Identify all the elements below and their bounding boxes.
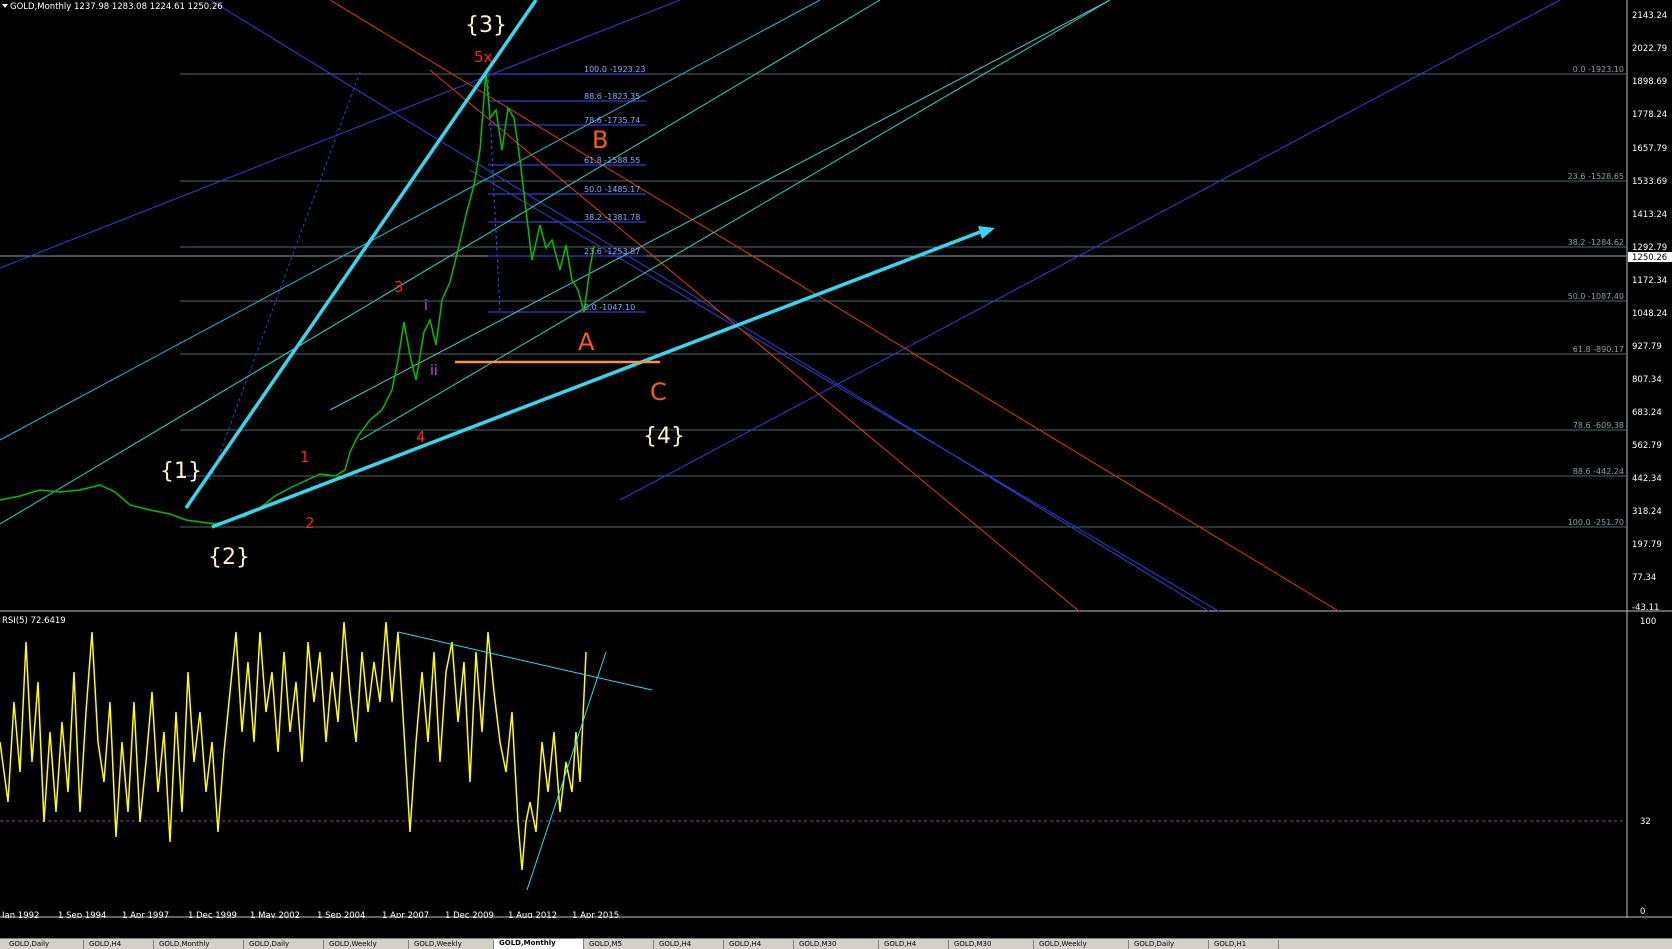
price-chart[interactable]: 100.0 -1923.23 88.6 -1823.35 78.6 -1735.74… [0, 0, 1672, 612]
fib-outer-levels[interactable] [180, 73, 1627, 528]
fib-inner-label: 61.8 -1588.55 [584, 156, 640, 165]
price-axis-label: 442.34 [1632, 474, 1662, 484]
fib-outer-label: 100.0 -251.70 [1568, 518, 1624, 527]
fib-outer-label: 78.6 -609.38 [1573, 421, 1624, 430]
fib-inner-label: 78.6 -1735.74 [584, 116, 640, 125]
time-axis-label: 1 Apr 2015 [572, 911, 619, 918]
rsi-series [0, 621, 587, 871]
price-axis-label: 1778.24 [1632, 110, 1667, 120]
chart-frame [0, 0, 1672, 612]
price-axis-label: 1292.79 [1632, 243, 1667, 253]
fib-outer-label: 50.0 -1087.40 [1568, 292, 1624, 301]
price-axis-label: 318.24 [1632, 507, 1662, 517]
wave-label-b: B [592, 126, 608, 154]
price-series [0, 71, 595, 525]
price-axis-label: 77.34 [1632, 573, 1656, 583]
cyan-channel-lines[interactable] [0, 0, 1111, 525]
price-axis-label: -43.11 [1632, 603, 1659, 612]
time-axis-label: 1 Sep 2004 [317, 911, 365, 918]
fib-inner-label: 50.0 -1485.17 [584, 185, 640, 194]
subwave-label-1: 1 [300, 448, 310, 466]
price-axis-label: 2143.24 [1632, 11, 1667, 21]
price-axis-label: 2022.79 [1632, 44, 1667, 54]
price-axis-label: 683.24 [1632, 408, 1662, 418]
time-axis-label: 1 Apr 1997 [122, 911, 169, 918]
price-axis-label: 197.79 [1632, 540, 1662, 550]
price-axis-label: 1048.24 [1632, 309, 1667, 319]
chart-symbol-title: GOLD,Monthly 1237.98 1283.08 1224.61 125… [10, 2, 223, 12]
rsi-trend-lines[interactable] [397, 631, 653, 891]
chart-tab-bar: GOLD,Daily GOLD,H4 GOLD,Monthly GOLD,Daily G… [0, 938, 1672, 949]
fib-inner-label: 88.6 -1823.35 [584, 92, 640, 101]
price-axis-label: 1898.69 [1632, 77, 1667, 87]
price-axis-label: 1172.34 [1632, 276, 1667, 286]
wave-label-a: A [578, 328, 595, 356]
time-axis-label: 1 Aug 2012 [508, 911, 557, 918]
rsi-chart[interactable]: RSI(5) 72.6419 100 32 0 Jan 1992 1 Sep 1994… [0, 612, 1672, 918]
price-axis-label: 1533.69 [1632, 177, 1667, 187]
fib-inner-label: 38.2 -1381.78 [584, 213, 640, 222]
time-axis-label: 1 Apr 2007 [382, 911, 429, 918]
rsi-panel[interactable]: RSI(5) 72.6419 100 32 0 Jan 1992 1 Sep 1994… [0, 612, 1672, 918]
wave-label-4: {4} [643, 424, 685, 449]
fib-outer-label: 61.8 -890.17 [1573, 345, 1624, 354]
fib-inner-label: 100.0 -1923.23 [584, 65, 645, 74]
rsi-title: RSI(5) 72.6419 [2, 616, 66, 626]
fib-inner-label: 23.6 -1253.87 [584, 247, 640, 256]
time-axis-label: 1 May 2002 [250, 911, 300, 918]
price-axis-label: 1250.26 [1632, 253, 1667, 263]
rsi-axis-label: 100 [1640, 617, 1656, 627]
wave-label-c: C [650, 378, 667, 406]
time-axis-label: 1 Dec 1999 [188, 911, 237, 918]
fib-inner-label: 0.0 -1047.10 [584, 303, 635, 312]
time-axis-label: 1 Sep 1994 [58, 911, 106, 918]
price-axis-label: 1413.24 [1632, 210, 1667, 220]
subwave-label-i: i [424, 298, 428, 314]
subwave-label-4: 4 [416, 428, 426, 446]
wave-label-2: {2} [208, 545, 250, 570]
price-axis-label: 562.79 [1632, 441, 1662, 451]
price-axis-label: 927.79 [1632, 342, 1662, 352]
subwave-label-5: 5x [474, 48, 493, 66]
rsi-axis-label: 32 [1640, 817, 1651, 827]
fib-outer-label: 38.2 -1284.62 [1568, 238, 1624, 247]
time-axis-label: 1 Dec 2009 [445, 911, 494, 918]
red-channel-lines[interactable] [329, 0, 1341, 612]
wave-label-1: {1} [160, 459, 202, 484]
fib-outer-label: 0.0 -1923.10 [1573, 65, 1624, 74]
price-axis-label: 807.34 [1632, 375, 1662, 385]
fib-outer-label: 88.6 -442.24 [1573, 467, 1624, 476]
subwave-label-2: 2 [305, 514, 315, 532]
wave-label-3: {3} [465, 13, 507, 38]
price-axis-label: 1657.79 [1632, 144, 1667, 154]
subwave-label-3: 3 [394, 278, 404, 296]
time-axis-label: Jan 1992 [1, 911, 39, 918]
fib-outer-label: 23.6 -1528.65 [1568, 172, 1624, 181]
subwave-label-ii: ii [430, 363, 438, 379]
rsi-axis-label: 0 [1640, 907, 1645, 917]
main-chart-panel[interactable]: 100.0 -1923.23 88.6 -1823.35 78.6 -1735.74… [0, 0, 1672, 612]
chart-menu-icon[interactable] [2, 4, 8, 8]
